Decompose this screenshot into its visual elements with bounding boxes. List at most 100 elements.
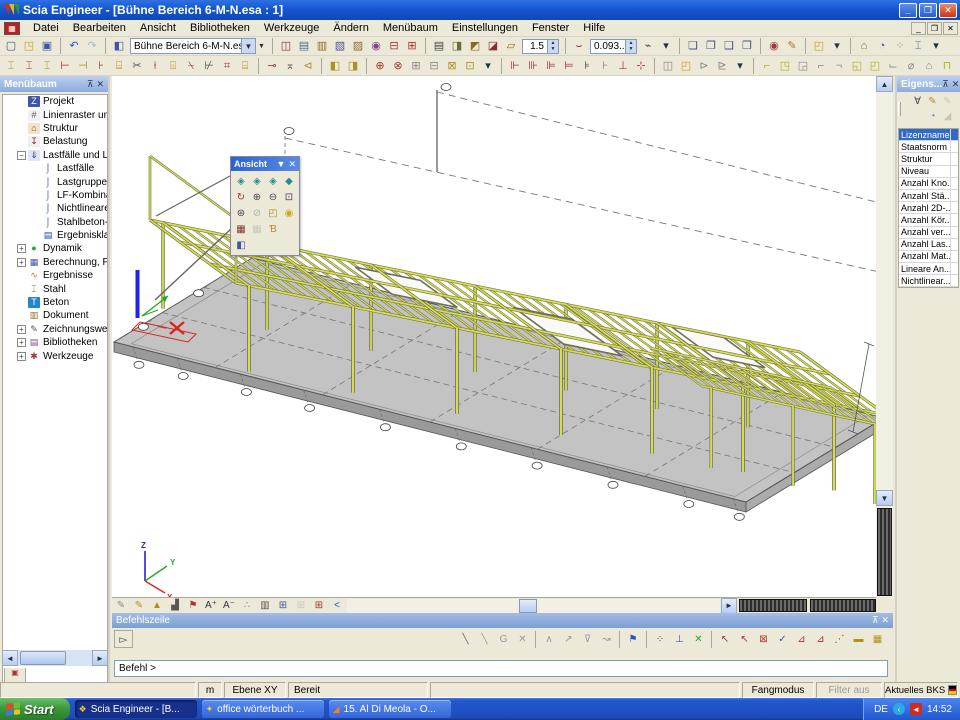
toolbar-icon[interactable]: ◨: [448, 38, 466, 54]
pin-icon[interactable]: ⊼: [942, 79, 949, 90]
scroll-down-icon[interactable]: ▼: [876, 490, 893, 506]
taskbar-task[interactable]: ◢ 15. Al Di Meola - O...: [329, 700, 451, 718]
command-line-header[interactable]: Befehlszeile ⊼ ✕: [112, 613, 893, 628]
toolbar-icon[interactable]: ⌐: [753, 58, 776, 74]
snap-mode-icon[interactable]: ⊠: [754, 631, 773, 648]
toolbar-icon[interactable]: ✎: [783, 38, 801, 54]
scroll-right-icon[interactable]: ►: [721, 598, 737, 614]
toolbar-icon[interactable]: ◩: [466, 38, 484, 54]
toolbar-icon[interactable]: ⊹: [632, 58, 650, 74]
toolbar-icon[interactable]: ⌣: [565, 38, 588, 54]
view-option-icon[interactable]: ▲: [148, 599, 166, 613]
toolbar-icon[interactable]: ▾: [657, 38, 675, 54]
tree-expander-icon[interactable]: +: [17, 325, 26, 334]
panel-header[interactable]: Menübaum ⊼ ✕: [0, 76, 108, 92]
mdi-close-button[interactable]: ✕: [943, 22, 958, 35]
pan-bar[interactable]: [739, 599, 807, 612]
property-row[interactable]: Anzahl ver...: [899, 227, 958, 239]
tree-item[interactable]: T Beton: [3, 296, 107, 309]
toolbar-icon[interactable]: ⊔: [956, 58, 960, 74]
property-row[interactable]: Niveau: [899, 166, 958, 178]
toolbar-icon[interactable]: ⊧: [578, 58, 596, 74]
toolbar-icon[interactable]: ⊳: [695, 58, 713, 74]
menu-item[interactable]: Datei: [26, 21, 66, 35]
toolbar-icon[interactable]: ⊞: [403, 38, 421, 54]
view-tool-icon[interactable]: ⊛: [233, 205, 249, 221]
toolbar-icon[interactable]: ⌐: [812, 58, 830, 74]
property-tool-icon[interactable]: ✎: [940, 94, 955, 109]
toolbar-icon[interactable]: ⌀: [902, 58, 920, 74]
toolbar-icon[interactable]: ⌅: [281, 58, 299, 74]
view-tool-icon[interactable]: ⊡: [281, 189, 297, 205]
toolbar-icon[interactable]: ◧: [321, 58, 344, 74]
taskbar-task[interactable]: ✦ office wörterbuch ...: [202, 700, 324, 718]
toolbar-icon[interactable]: ⊟: [385, 38, 403, 54]
property-row[interactable]: Anzahl Kör...: [899, 214, 958, 226]
toolbar-icon[interactable]: ◳: [20, 38, 38, 54]
tree-expander-icon[interactable]: +: [17, 338, 26, 347]
toolbar-icon[interactable]: ⊨: [560, 58, 578, 74]
toolbar-icon[interactable]: ↶: [60, 38, 83, 54]
toolbar-icon[interactable]: ⊦: [596, 58, 614, 74]
property-row[interactable]: Staatsnorm: [899, 141, 958, 153]
menu-item[interactable]: Bearbeiten: [66, 21, 133, 35]
menu-item[interactable]: Bibliotheken: [183, 21, 257, 35]
toolbar-icon[interactable]: ◉: [760, 38, 783, 54]
tree-item[interactable]: + ▤ Bibliotheken: [3, 336, 107, 349]
mdi-restore-button[interactable]: ❐: [927, 22, 942, 35]
toolbar-icon[interactable]: ▣: [38, 38, 56, 54]
select-cursor-icon[interactable]: ▻: [114, 630, 133, 648]
document-icon[interactable]: ▦: [4, 22, 20, 35]
toolbar-icon[interactable]: ▾: [927, 38, 945, 54]
menu-item[interactable]: Ändern: [326, 21, 375, 35]
toolbar-icon[interactable]: ❏: [679, 38, 702, 54]
close-icon[interactable]: ✕: [288, 159, 296, 170]
tree-item[interactable]: ▤ Ergebnisklasse...: [3, 229, 107, 242]
property-row[interactable]: Lineare An...: [899, 263, 958, 275]
view-tool-icon[interactable]: ▦: [249, 221, 265, 237]
close-icon[interactable]: ✕: [96, 79, 104, 90]
snap-mode-icon[interactable]: ▦: [868, 631, 887, 648]
view-tool-icon[interactable]: Ɓ: [265, 221, 281, 237]
toolbar-icon[interactable]: ◧: [105, 38, 128, 54]
restore-button[interactable]: ❐: [919, 3, 937, 18]
tree-item[interactable]: + ▦ Berechnung, FE-N...: [3, 256, 107, 269]
snap-mode-icon[interactable]: ∧: [535, 631, 559, 648]
property-row[interactable]: Nichtlinear...: [899, 275, 958, 287]
tree-expander-icon[interactable]: +: [17, 352, 26, 361]
scale-spinner[interactable]: 1.5 ▲▼: [522, 39, 559, 54]
snap-mode-icon[interactable]: ⋰: [830, 631, 849, 648]
toolbar-icon[interactable]: ▾: [479, 58, 497, 74]
view-tool-icon[interactable]: ⊖: [265, 189, 281, 205]
taskbar-task[interactable]: ❖ Scia Engineer - [B...: [75, 700, 197, 718]
tree-item[interactable]: ⌡ Nichtlineare LF...: [3, 202, 107, 215]
model-viewport[interactable]: ZYX Ansicht ▼ ✕ ◈◈◈◆↻⊕⊖⊡⊛⊘◰◉▦▦Ɓ◧: [112, 76, 876, 597]
view-option-icon[interactable]: ⚑: [184, 599, 202, 613]
viewport-h-scrollbar[interactable]: [347, 599, 720, 613]
menu-item[interactable]: Hilfe: [576, 21, 612, 35]
scroll-up-icon[interactable]: ▲: [876, 76, 893, 92]
toolbar-icon[interactable]: ⊪: [524, 58, 542, 74]
toolbar-icon[interactable]: ⍿: [146, 58, 164, 74]
view-tool-icon[interactable]: ◆: [281, 173, 297, 189]
property-row[interactable]: Anzahl Mat...: [899, 251, 958, 263]
menu-item[interactable]: Menübaum: [376, 21, 445, 35]
view-tool-icon[interactable]: ◧: [233, 237, 249, 253]
toolbar-icon[interactable]: ↷: [83, 38, 101, 54]
tree-item[interactable]: ↧ Belastung: [3, 135, 107, 148]
toolbar-icon[interactable]: ⍀: [182, 58, 200, 74]
toolbar-icon[interactable]: ⌂: [850, 38, 873, 54]
pin-icon[interactable]: ⊼: [87, 79, 94, 90]
toolbar-icon[interactable]: ▾: [828, 38, 846, 54]
tree-expander-icon[interactable]: −: [17, 151, 26, 160]
property-row[interactable]: Anzahl Las...: [899, 239, 958, 251]
property-tool-icon[interactable]: ◔: [925, 109, 940, 124]
status-filter[interactable]: Filter aus: [816, 682, 882, 698]
toolbar-icon[interactable]: ⊓: [938, 58, 956, 74]
toolbar-icon[interactable]: ▤: [295, 38, 313, 54]
chevron-down-icon[interactable]: ▼: [241, 39, 255, 53]
toolbar-icon[interactable]: ⊣: [74, 58, 92, 74]
snap-mode-icon[interactable]: ⚑: [619, 631, 643, 648]
toolbar-icon[interactable]: ⊠: [443, 58, 461, 74]
pin-icon[interactable]: ⊼: [872, 615, 879, 626]
